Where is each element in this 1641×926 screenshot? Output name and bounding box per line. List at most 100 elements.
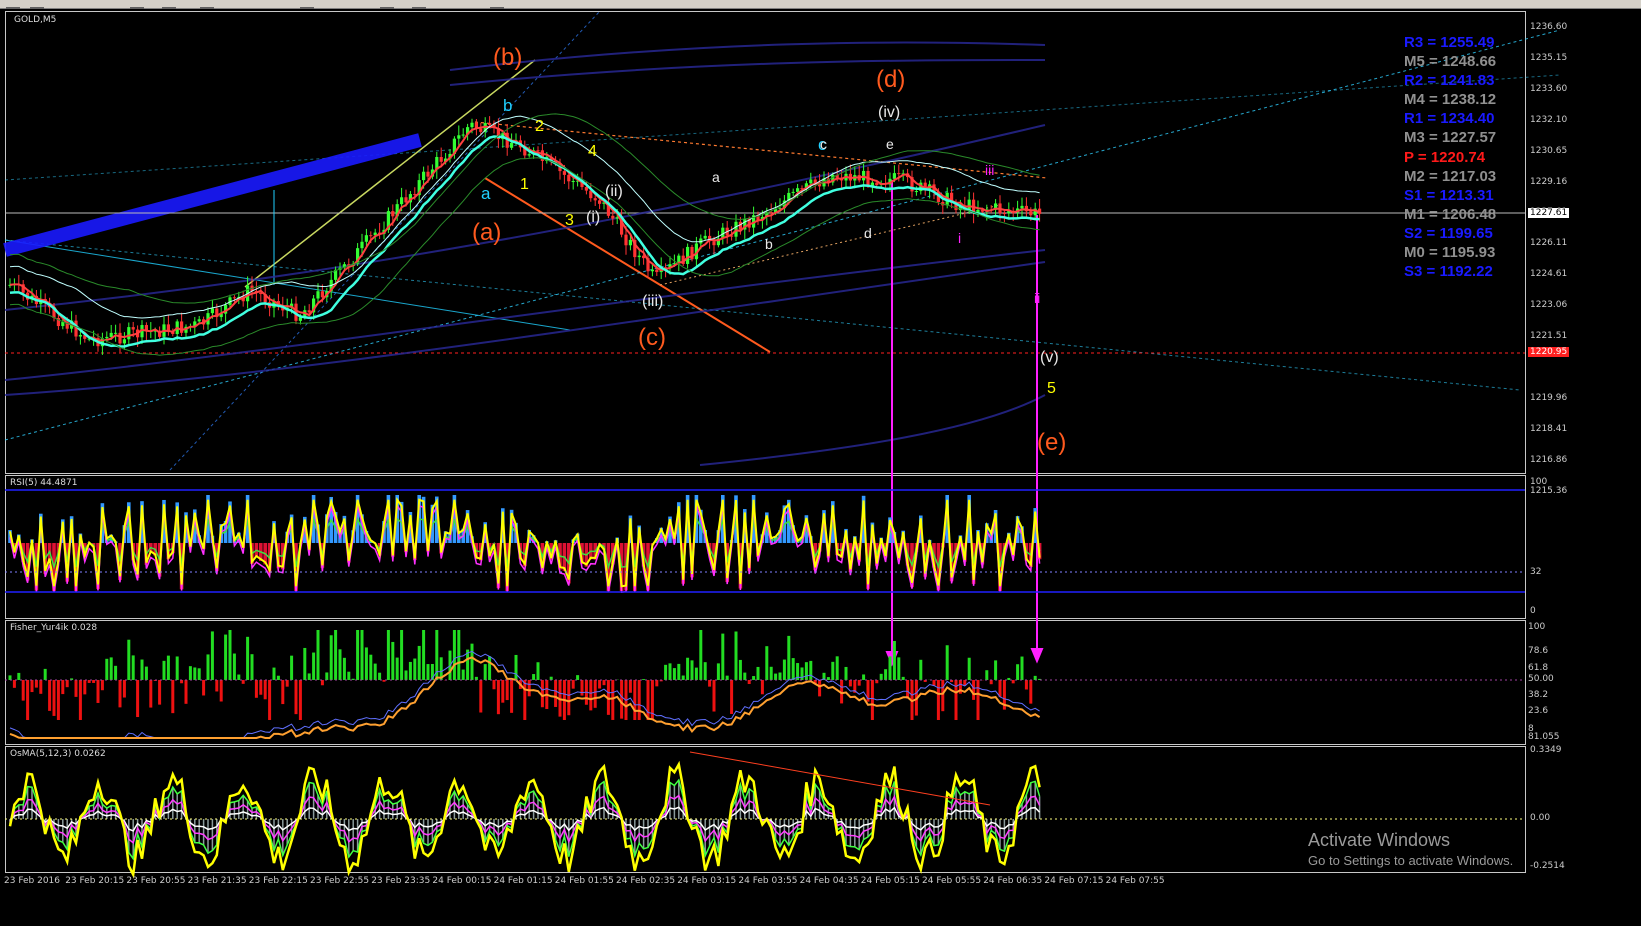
fisher-bar [633,680,637,720]
candle-body [426,171,430,177]
candle-body [862,170,866,181]
fisher-bar [219,680,223,702]
wave-label: (iii) [642,293,664,310]
fisher-bar [791,658,795,680]
fisher-bar [347,671,351,680]
fisher-bar [400,630,404,680]
trendlines [3,10,1561,471]
wave-label: (i) [586,209,601,226]
new-order-icon[interactable] [130,0,144,9]
candle-body [611,215,615,219]
fisher-bar [136,680,140,718]
cursor-icon[interactable] [300,0,314,9]
fisher-bar [747,680,751,684]
fisher-bar [144,666,148,680]
fisher-bar [237,674,241,680]
fisher-bar [246,636,250,680]
fisher-level: 50.00 [1528,674,1554,684]
fisher-bar [945,645,949,680]
current-price-box: 1227.61 [1528,208,1570,218]
fisher-bar [620,680,624,719]
fisher-bar [848,680,852,687]
pivot-label: P = 1220.74 [1404,148,1486,166]
fisher-bar [224,634,228,680]
candle-body [527,154,531,156]
price-tick: 1223.06 [1530,300,1568,311]
wave-label: 1 [520,176,529,193]
fisher-bar [906,680,910,699]
candle-body [584,186,588,191]
candle-body [127,327,131,340]
wave-label: i [958,230,962,246]
candle-body [593,198,597,201]
fisher-bar [457,630,461,680]
osma-level: 0.00 [1530,813,1551,823]
fisher-bar [114,665,118,680]
fisher-bar [48,680,52,711]
fisher-bar [422,630,426,680]
time-tick: 24 Feb 01:55 [554,876,614,886]
red-level-box: 1220.95 [1528,347,1570,357]
fisher-bar [272,667,276,680]
arrow-icon[interactable] [6,0,20,9]
wave-label: (d) [876,66,906,93]
fisher-bar [800,667,804,680]
price-tick: 1216.86 [1530,454,1568,465]
label-icon[interactable] [412,0,426,9]
text-icon[interactable] [380,0,394,9]
fisher-bar [320,680,324,686]
fisher-bar [884,669,888,680]
clock-icon[interactable] [162,0,176,9]
price-tick: 1236.60 [1530,22,1568,32]
blue-band [3,133,422,257]
candle-body [967,199,971,210]
fisher-bar [492,680,496,690]
candle-body [712,241,716,246]
fisher-bar [83,680,87,695]
fisher-bar [598,680,602,689]
fisher-bar [479,680,483,713]
fisher-bar [826,677,830,680]
fisher-bar [140,659,144,680]
fisher-bar [78,680,82,720]
fisher-bar [61,680,65,695]
candle-body [122,339,126,344]
pivot-label: R3 = 1255.49 [1404,34,1495,51]
fisher-bar [694,667,698,680]
candle-body [734,221,738,237]
candle-body [562,171,566,175]
time-tick: 24 Feb 06:35 [983,876,1043,886]
fisher-bar [782,659,786,680]
crosshair-icon[interactable] [30,0,44,9]
fisher-bar [699,630,703,680]
fisher-level: 100 [1528,622,1546,632]
wave-label: (e) [1037,429,1067,456]
fisher-bar [122,680,126,698]
fisher-bar [1020,656,1024,680]
fisher-bar [210,631,214,680]
pivot-label: M0 = 1195.93 [1404,244,1496,262]
candle-body [404,197,408,203]
fisher-bar [325,672,329,680]
fisher-level: 78.6 [1528,646,1549,656]
panel-frames [5,11,1526,873]
fisher-bar [514,654,518,680]
fisher-bar [232,653,236,680]
candle-body [598,200,602,204]
candle-body [567,174,571,182]
candle-body [180,321,184,333]
fisher-bar [831,661,835,680]
fisher-bar [510,680,514,713]
arrow-down-icon[interactable] [490,0,504,9]
fisher-bar [941,680,945,712]
fisher-bar [378,672,382,680]
fisher-bar [228,630,232,680]
chart-icon[interactable] [200,0,214,9]
pivot-label: S2 = 1199.65 [1404,224,1493,242]
fisher-bar [972,680,976,700]
rsi-level: 32 [1530,567,1542,577]
fisher-bar [580,680,584,696]
fisher-bar [760,680,764,695]
fisher-bar [100,680,104,691]
fisher-bar [483,664,487,680]
